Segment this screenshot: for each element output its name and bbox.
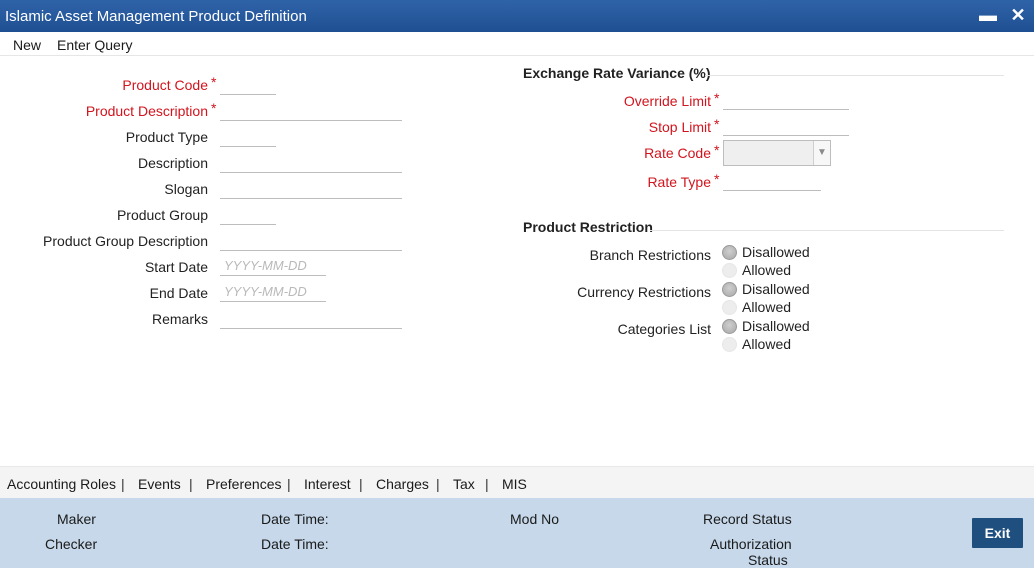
- close-icon[interactable]: ✕: [1008, 5, 1028, 25]
- new-menu-item[interactable]: New: [13, 37, 41, 53]
- branch-disallowed-label: Disallowed: [742, 244, 810, 260]
- tab-separator: |: [189, 476, 193, 492]
- categories-list-label: Categories List: [617, 321, 711, 337]
- currency-allowed-label: Allowed: [742, 299, 792, 315]
- currency-restrictions-label: Currency Restrictions: [577, 284, 711, 300]
- override-limit-input[interactable]: [723, 90, 849, 110]
- maker-label: Maker: [57, 511, 96, 527]
- tab-separator: |: [485, 476, 489, 492]
- maker-date-time-label: Date Time:: [261, 511, 329, 527]
- end-date-input[interactable]: [220, 282, 326, 302]
- window-title-bar: Islamic Asset Management Product Definit…: [0, 0, 1034, 32]
- record-status-label: Record Status: [703, 511, 792, 527]
- categories-allowed-radio[interactable]: [722, 337, 737, 352]
- tab-events[interactable]: Events: [138, 476, 181, 492]
- start-date-label: Start Date: [144, 259, 208, 275]
- branch-restrictions-label: Branch Restrictions: [589, 247, 711, 263]
- currency-disallowed-radio[interactable]: [722, 282, 737, 297]
- authorization-label: Authorization: [710, 536, 792, 552]
- categories-disallowed-label: Disallowed: [742, 318, 810, 334]
- tab-separator: |: [359, 476, 363, 492]
- tab-tax[interactable]: Tax: [453, 476, 475, 492]
- remarks-input[interactable]: [220, 309, 402, 329]
- product-description-label: Product Description: [85, 103, 208, 119]
- product-restriction-heading: Product Restriction: [523, 219, 653, 235]
- menu-bar: New Enter Query: [0, 32, 1034, 56]
- rate-code-select[interactable]: ▼: [723, 140, 831, 166]
- rate-type-label: Rate Type: [647, 174, 711, 190]
- required-star: *: [714, 116, 720, 132]
- end-date-label: End Date: [149, 285, 208, 301]
- mod-no-label: Mod No: [510, 511, 560, 527]
- categories-allowed-label: Allowed: [742, 336, 792, 352]
- required-star: *: [211, 74, 217, 90]
- product-group-description-label: Product Group Description: [43, 233, 208, 249]
- branch-allowed-label: Allowed: [742, 262, 792, 278]
- stop-limit-label: Stop Limit: [648, 119, 711, 135]
- tab-mis[interactable]: MIS: [502, 476, 527, 492]
- required-star: *: [714, 90, 720, 106]
- product-type-label: Product Type: [125, 129, 208, 145]
- required-star: *: [211, 100, 217, 116]
- slogan-label: Slogan: [164, 181, 208, 197]
- section-divider: [650, 230, 1004, 231]
- product-code-label: Product Code: [122, 77, 208, 93]
- exchange-rate-variance-heading: Exchange Rate Variance (%): [523, 65, 711, 81]
- product-group-description-input[interactable]: [220, 231, 402, 251]
- authorization-status-label: Status: [748, 552, 788, 568]
- branch-allowed-radio[interactable]: [722, 263, 737, 278]
- chevron-down-icon[interactable]: ▼: [813, 141, 830, 165]
- product-code-input[interactable]: [220, 75, 276, 95]
- section-divider: [705, 75, 1004, 76]
- remarks-label: Remarks: [151, 311, 208, 327]
- product-type-input[interactable]: [220, 127, 276, 147]
- tab-preferences[interactable]: Preferences: [206, 476, 281, 492]
- currency-disallowed-label: Disallowed: [742, 281, 810, 297]
- minimize-icon[interactable]: ▬: [978, 5, 998, 25]
- categories-disallowed-radio[interactable]: [722, 319, 737, 334]
- override-limit-label: Override Limit: [623, 93, 711, 109]
- product-description-input[interactable]: [220, 101, 402, 121]
- start-date-input[interactable]: [220, 256, 326, 276]
- exit-button[interactable]: Exit: [972, 518, 1023, 548]
- subsystem-tab-bar: Accounting Roles | Events | Preferences …: [0, 466, 1034, 498]
- tab-accounting-roles[interactable]: Accounting Roles: [7, 476, 116, 492]
- checker-label: Checker: [45, 536, 98, 552]
- currency-allowed-radio[interactable]: [722, 300, 737, 315]
- tab-separator: |: [436, 476, 440, 492]
- enter-query-menu-item[interactable]: Enter Query: [57, 37, 132, 53]
- branch-disallowed-radio[interactable]: [722, 245, 737, 260]
- window-title: Islamic Asset Management Product Definit…: [5, 8, 307, 25]
- tab-separator: |: [121, 476, 125, 492]
- tab-charges[interactable]: Charges: [376, 476, 429, 492]
- description-label: Description: [137, 155, 208, 171]
- required-star: *: [714, 171, 720, 187]
- required-star: *: [714, 142, 720, 158]
- product-group-input[interactable]: [220, 205, 276, 225]
- stop-limit-input[interactable]: [723, 116, 849, 136]
- slogan-input[interactable]: [220, 179, 402, 199]
- rate-type-input[interactable]: [723, 171, 821, 191]
- rate-code-label: Rate Code: [644, 145, 711, 161]
- checker-date-time-label: Date Time:: [261, 536, 329, 552]
- description-input[interactable]: [220, 153, 402, 173]
- audit-footer: [0, 498, 1034, 568]
- tab-interest[interactable]: Interest: [304, 476, 351, 492]
- tab-separator: |: [287, 476, 291, 492]
- product-group-label: Product Group: [116, 207, 208, 223]
